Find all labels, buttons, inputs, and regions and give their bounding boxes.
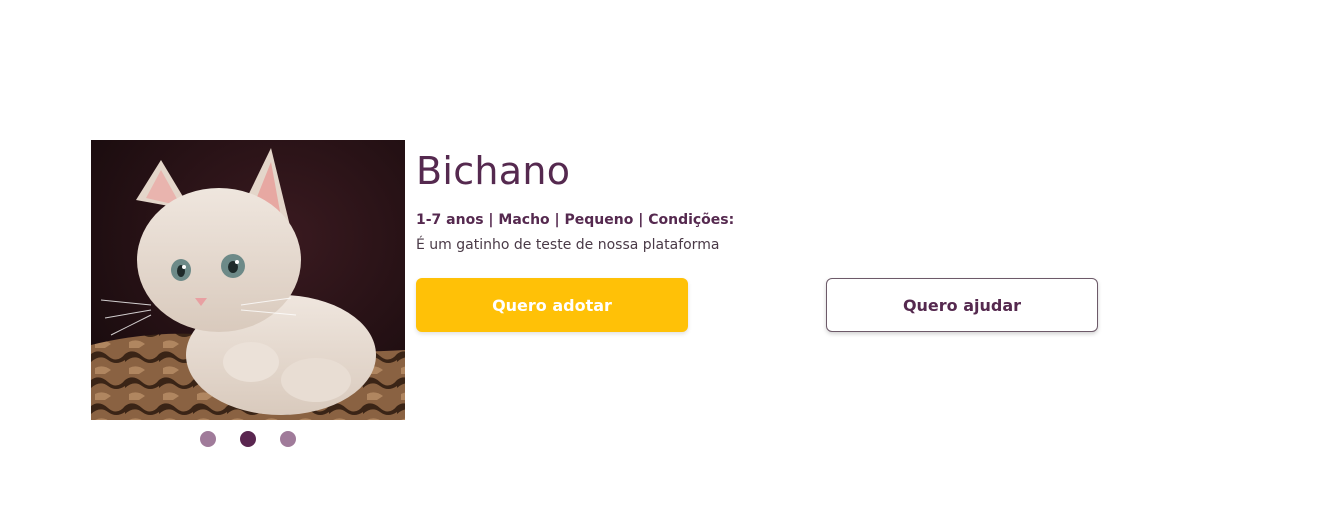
pet-description: É um gatinho de teste de nossa plataform… xyxy=(416,237,720,253)
adopt-button[interactable]: Quero adotar xyxy=(416,278,688,332)
adopt-button-label: Quero adotar xyxy=(492,295,612,315)
carousel-dot[interactable] xyxy=(280,431,296,447)
carousel-dot-active[interactable] xyxy=(240,431,256,447)
pet-name: Bichano xyxy=(416,149,571,193)
pet-attributes: 1-7 anos | Macho | Pequeno | Condições: xyxy=(416,212,735,228)
carousel-dot[interactable] xyxy=(200,431,216,447)
pet-photo xyxy=(91,140,405,420)
help-button-label: Quero ajudar xyxy=(902,295,1022,315)
carousel-dots xyxy=(200,431,296,447)
pet-card: Bichano 1-7 anos | Macho | Pequeno | Con… xyxy=(91,140,1101,460)
kitten-photo-icon xyxy=(91,140,405,420)
help-button[interactable]: Quero ajudar xyxy=(826,278,1098,332)
pet-info: Bichano 1-7 anos | Macho | Pequeno | Con… xyxy=(416,140,1116,332)
